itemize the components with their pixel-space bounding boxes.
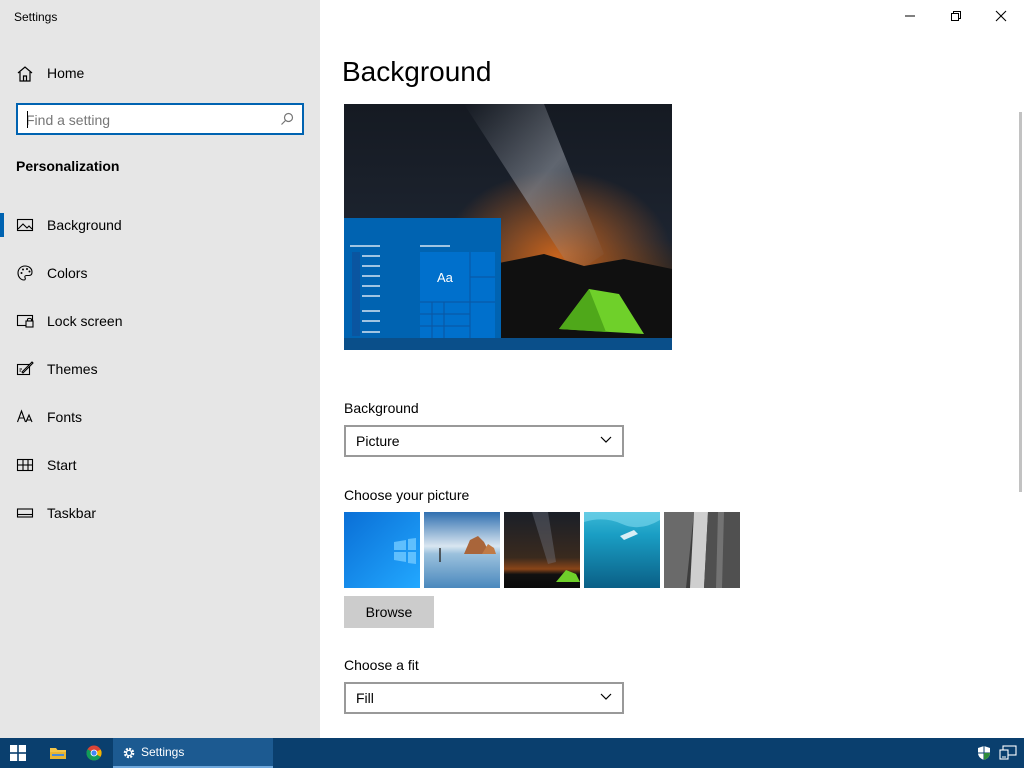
network-icon (999, 745, 1017, 760)
sidebar-item-fonts[interactable]: Fonts (0, 397, 320, 437)
close-icon (995, 10, 1007, 22)
lock-screen-icon (16, 314, 34, 328)
minimize-button[interactable] (887, 0, 933, 32)
background-dropdown-value: Picture (356, 433, 400, 449)
chevron-down-icon (600, 693, 612, 700)
choose-fit-label: Choose a fit (344, 657, 419, 673)
search-icon[interactable] (280, 112, 294, 126)
preview-sample-text: Aa (437, 270, 454, 285)
shield-icon (978, 746, 990, 760)
thumbnail-beach-rocks[interactable] (424, 512, 500, 588)
scrollbar[interactable] (1019, 112, 1022, 492)
sidebar-item-start[interactable]: Start (0, 445, 320, 485)
sidebar-item-colors[interactable]: Colors (0, 253, 320, 293)
themes-icon (16, 361, 34, 376)
chrome-icon (86, 745, 102, 761)
background-dropdown[interactable]: Picture (344, 425, 624, 457)
chevron-down-icon (600, 436, 612, 443)
thumbnail-night-tent[interactable] (504, 512, 580, 588)
sidebar: Settings Home Personalization Background… (0, 0, 320, 738)
background-label: Background (344, 400, 419, 416)
text-caret (27, 111, 28, 128)
section-title: Personalization (16, 158, 120, 174)
thumbnail-waterfall-rock[interactable] (664, 512, 740, 588)
sidebar-item-taskbar[interactable]: Taskbar (0, 493, 320, 533)
taskbar-icon (16, 508, 34, 518)
app-title: Settings (14, 10, 58, 24)
home-icon (17, 66, 33, 82)
choose-picture-label: Choose your picture (344, 487, 470, 503)
page-title: Background (342, 56, 492, 87)
search-box[interactable] (16, 103, 304, 135)
thumbnail-underwater[interactable] (584, 512, 660, 588)
taskbar-settings-button[interactable]: Settings (113, 738, 273, 768)
background-preview: Aa (344, 104, 672, 350)
file-explorer-button[interactable] (40, 738, 76, 768)
sidebar-item-label: Taskbar (47, 505, 97, 521)
sidebar-item-label: Start (47, 457, 77, 473)
sidebar-item-label: Fonts (47, 409, 83, 425)
home-label: Home (47, 65, 85, 81)
fit-dropdown[interactable]: Fill (344, 682, 624, 714)
sidebar-item-lock-screen[interactable]: Lock screen (0, 301, 320, 341)
windows-logo-icon (10, 745, 26, 761)
active-indicator (0, 213, 4, 237)
search-input[interactable] (26, 111, 276, 129)
network-tray-button[interactable] (992, 738, 1024, 768)
browse-button[interactable]: Browse (344, 596, 434, 628)
sidebar-item-label: Themes (47, 361, 98, 377)
minimize-icon (905, 15, 915, 17)
sidebar-item-themes[interactable]: Themes (0, 349, 320, 389)
start-button[interactable] (0, 738, 36, 768)
chrome-button[interactable] (76, 738, 112, 768)
fit-dropdown-value: Fill (356, 690, 374, 706)
sidebar-item-home[interactable]: Home (0, 56, 320, 90)
thumbnail-windows-light[interactable] (344, 512, 420, 588)
start-icon (16, 458, 34, 472)
restore-icon (951, 11, 961, 21)
preview-image: Aa (344, 104, 672, 350)
fonts-icon (16, 409, 33, 423)
taskbar-settings-label: Settings (141, 745, 185, 759)
sidebar-item-label: Background (47, 217, 122, 233)
palette-icon (17, 265, 33, 281)
sidebar-item-label: Colors (47, 265, 88, 281)
restore-button[interactable] (933, 0, 979, 32)
folder-icon (50, 748, 66, 759)
sidebar-item-background[interactable]: Background (0, 205, 320, 245)
close-button[interactable] (978, 0, 1024, 32)
taskbar: Settings (0, 738, 1024, 768)
sidebar-item-label: Lock screen (47, 313, 123, 329)
picture-thumbnails (344, 512, 744, 588)
picture-icon (16, 218, 34, 232)
gear-icon (123, 747, 135, 759)
